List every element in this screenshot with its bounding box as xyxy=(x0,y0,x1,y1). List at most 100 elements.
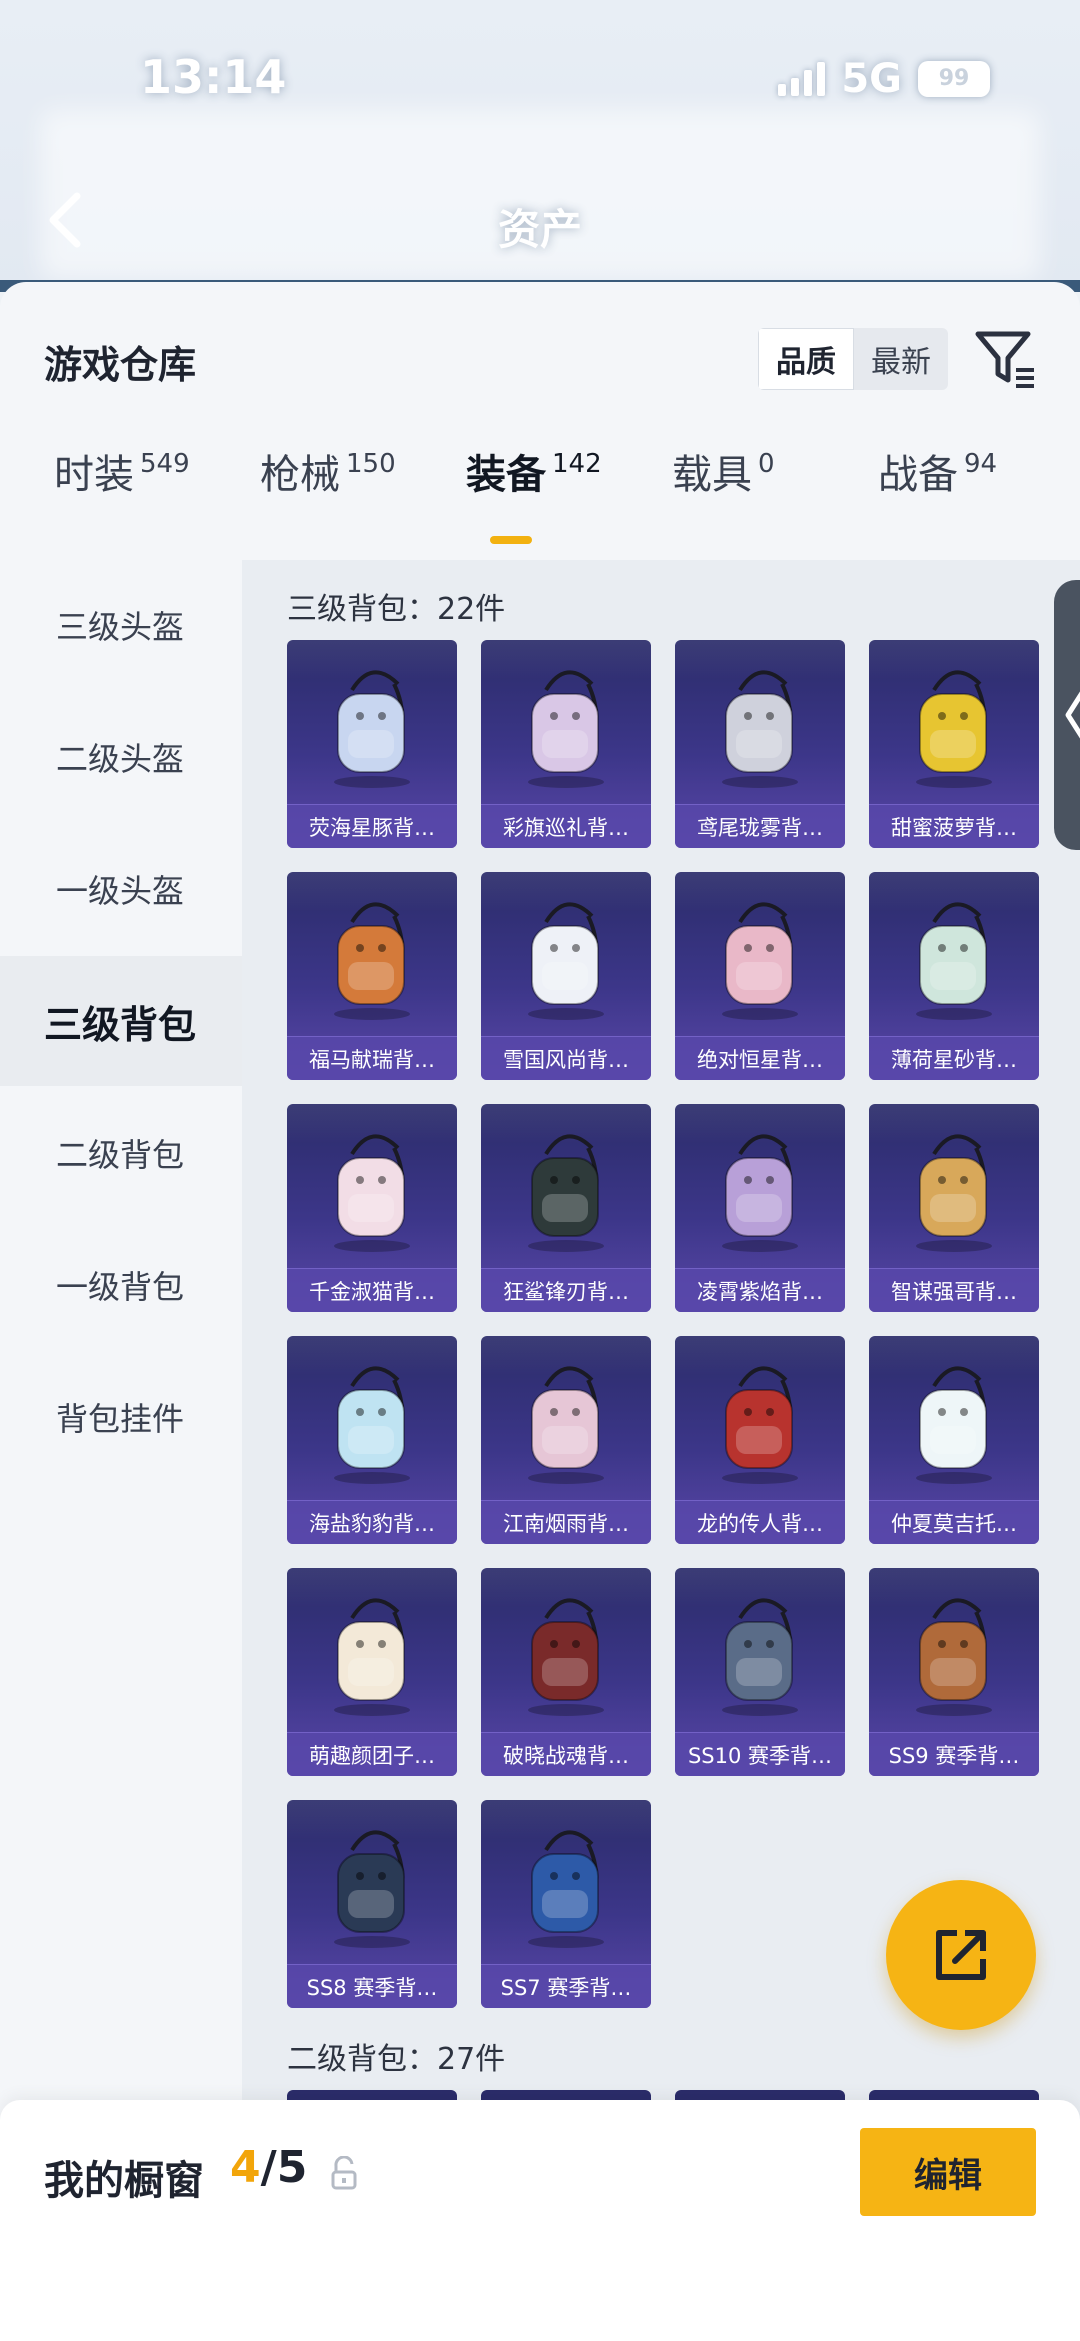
item-card[interactable]: 江南烟雨背… xyxy=(481,1336,651,1544)
sidebar-item-level2-helmet[interactable]: 二级头盔 xyxy=(0,692,242,822)
item-card[interactable]: 薄荷星砂背… xyxy=(869,872,1039,1080)
showcase-max: 5 xyxy=(276,2142,308,2193)
pineapple-backpack-icon xyxy=(916,670,992,788)
tab-label: 装备 xyxy=(466,452,546,498)
item-card[interactable]: 雪国风尚背… xyxy=(481,872,651,1080)
tab-count: 94 xyxy=(964,449,998,479)
showcase-count: 4/5 xyxy=(230,2142,307,2193)
item-name: 江南烟雨背… xyxy=(481,1500,651,1544)
top-header-area: 13:14 5G 99 资产 xyxy=(0,0,1080,290)
item-name: 薄荷星砂背… xyxy=(869,1036,1039,1080)
warrior-backpack-icon xyxy=(528,1598,604,1716)
battery-icon: 99 xyxy=(918,61,990,97)
sidebar-item-backpack-charm[interactable]: 背包挂件 xyxy=(0,1352,242,1482)
item-card[interactable]: 仲夏莫吉托… xyxy=(869,1336,1039,1544)
tab-equipment[interactable]: 装备 142 xyxy=(466,442,602,512)
item-name: 荧海星豚背… xyxy=(287,804,457,848)
sort-option-newest[interactable]: 最新 xyxy=(854,328,948,390)
tab-fashion[interactable]: 时装 549 xyxy=(54,442,190,512)
filter-icon xyxy=(975,331,1034,388)
item-name: 海盐豹豹背… xyxy=(287,1500,457,1544)
item-name: 破晓战魂背… xyxy=(481,1732,651,1776)
side-drawer-handle[interactable] xyxy=(1054,580,1080,850)
status-icons: 5G 99 xyxy=(778,56,990,102)
tab-label: 时装 xyxy=(54,452,134,498)
showcase-title: 我的橱窗 xyxy=(44,2158,204,2204)
dragon-backpack-icon xyxy=(722,1366,798,1484)
unlock-icon[interactable] xyxy=(330,2156,358,2190)
item-name: SS7 赛季背… xyxy=(481,1964,651,2008)
item-name: 绝对恒星背… xyxy=(675,1036,845,1080)
page-title: 资产 xyxy=(497,205,582,254)
item-card[interactable]: 海盐豹豹背… xyxy=(287,1336,457,1544)
showcase-separator: / xyxy=(260,2142,277,2193)
tab-count: 150 xyxy=(346,449,396,479)
item-name: SS8 赛季背… xyxy=(287,1964,457,2008)
item-card[interactable]: 智谋强哥背… xyxy=(869,1104,1039,1312)
item-card[interactable]: 荧海星豚背… xyxy=(287,640,457,848)
item-card[interactable]: 破晓战魂背… xyxy=(481,1568,651,1776)
item-name: 鸢尾珑雾背… xyxy=(675,804,845,848)
panel-title: 游戏仓库 xyxy=(44,343,197,387)
item-card[interactable]: 甜蜜菠萝背… xyxy=(869,640,1039,848)
item-name: 狂鲨锋刃背… xyxy=(481,1268,651,1312)
item-card[interactable]: 龙的传人背… xyxy=(675,1336,845,1544)
horse-backpack-icon xyxy=(334,902,410,1020)
iris-backpack-icon xyxy=(722,670,798,788)
item-card[interactable]: 福马献瑞背… xyxy=(287,872,457,1080)
signal-icon xyxy=(778,62,826,96)
filter-button[interactable] xyxy=(970,322,1040,392)
sort-option-quality[interactable]: 品质 xyxy=(758,328,854,390)
tab-vehicles[interactable]: 载具 0 xyxy=(672,442,775,512)
section-header-level3-backpack: 三级背包：22件 xyxy=(287,592,506,627)
item-card[interactable]: 鸢尾珑雾背… xyxy=(675,640,845,848)
shark-backpack-icon xyxy=(528,1134,604,1252)
item-card[interactable]: 绝对恒星背… xyxy=(675,872,845,1080)
flame-backpack-icon xyxy=(722,1134,798,1252)
item-name: SS10 赛季背… xyxy=(675,1732,845,1776)
sidebar-item-level1-backpack[interactable]: 一级背包 xyxy=(0,1220,242,1350)
penguin-backpack-icon xyxy=(528,902,604,1020)
sidebar-item-level1-helmet[interactable]: 一级头盔 xyxy=(0,824,242,954)
tab-count: 142 xyxy=(552,449,602,479)
sidebar-item-level3-helmet[interactable]: 三级头盔 xyxy=(0,560,242,690)
mint-backpack-icon xyxy=(916,902,992,1020)
item-card[interactable]: 彩旗巡礼背… xyxy=(481,640,651,848)
category-tabs: 时装 549 枪械 150 装备 142 载具 0 战备 94 xyxy=(0,422,1080,522)
bouquet-backpack-icon xyxy=(528,1366,604,1484)
hamster-backpack-icon xyxy=(916,1134,992,1252)
seal-backpack-icon xyxy=(334,1366,410,1484)
tab-count: 549 xyxy=(140,449,190,479)
item-name: 雪国风尚背… xyxy=(481,1036,651,1080)
sidebar-item-level3-backpack[interactable]: 三级背包 xyxy=(0,956,242,1086)
tab-battle-gear[interactable]: 战备 94 xyxy=(878,442,997,512)
active-tab-indicator xyxy=(490,536,532,544)
item-card[interactable]: 千金淑猫背… xyxy=(287,1104,457,1312)
showcase-bar: 我的橱窗 4/5 编辑 xyxy=(0,2100,1080,2341)
section-header-level2-backpack: 二级背包：27件 xyxy=(287,2042,506,2077)
showcase-current: 4 xyxy=(230,2142,261,2193)
item-card[interactable]: SS8 赛季背… xyxy=(287,1800,457,2008)
item-card[interactable]: 萌趣颜团子… xyxy=(287,1568,457,1776)
item-name: 萌趣颜团子… xyxy=(287,1732,457,1776)
sidebar-item-level2-backpack[interactable]: 二级背包 xyxy=(0,1088,242,1218)
season-backpack-icon xyxy=(916,1598,992,1716)
status-time: 13:14 xyxy=(140,50,287,104)
item-card[interactable]: SS7 赛季背… xyxy=(481,1800,651,2008)
item-name: 凌霄紫焰背… xyxy=(675,1268,845,1312)
season-backpack-icon xyxy=(334,1830,410,1948)
item-card[interactable]: SS9 赛季背… xyxy=(869,1568,1039,1776)
item-card[interactable]: 狂鲨锋刃背… xyxy=(481,1104,651,1312)
share-icon xyxy=(936,1930,986,1980)
item-name: 龙的传人背… xyxy=(675,1500,845,1544)
subcategory-sidebar: 三级头盔 二级头盔 一级头盔 三级背包 二级背包 一级背包 背包挂件 xyxy=(0,560,242,2210)
tab-firearms[interactable]: 枪械 150 xyxy=(260,442,396,512)
item-name: SS9 赛季背… xyxy=(869,1732,1039,1776)
item-card[interactable]: 凌霄紫焰背… xyxy=(675,1104,845,1312)
sort-toggle: 品质 最新 xyxy=(758,328,948,390)
edit-button[interactable]: 编辑 xyxy=(860,2128,1036,2216)
item-card[interactable]: SS10 赛季背… xyxy=(675,1568,845,1776)
share-button[interactable] xyxy=(886,1880,1036,2030)
tab-label: 枪械 xyxy=(260,452,340,498)
item-name: 千金淑猫背… xyxy=(287,1268,457,1312)
